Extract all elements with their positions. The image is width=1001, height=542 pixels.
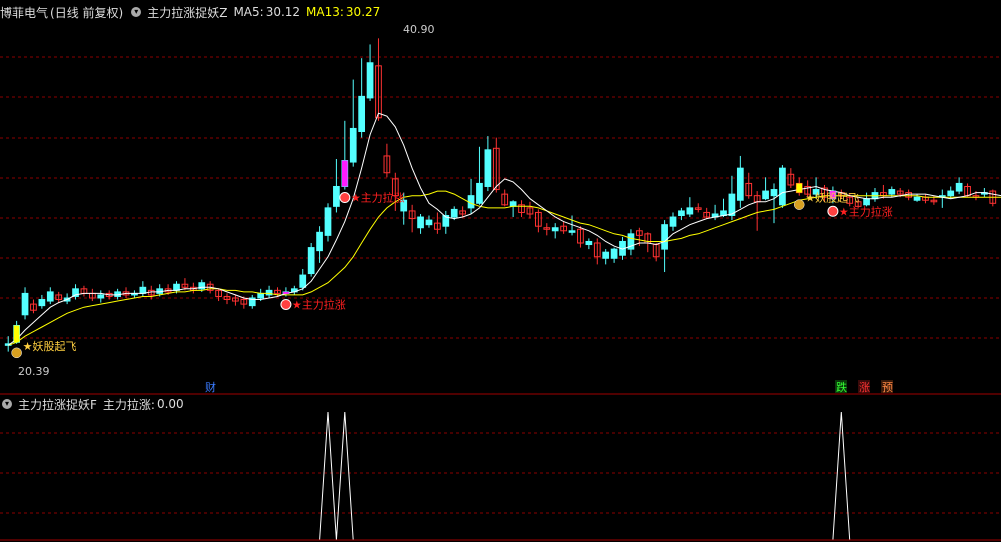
zhuli-signal-label: ★主力拉涨 xyxy=(351,191,405,205)
yaogu-bar xyxy=(796,183,803,193)
candle-body xyxy=(476,182,483,204)
ma5-label: MA5: xyxy=(233,5,264,19)
candle-body xyxy=(307,247,315,275)
candle-body xyxy=(947,190,955,197)
candle-body xyxy=(316,231,323,252)
finance-marker[interactable]: 财 xyxy=(205,380,216,394)
chart-canvas: ★主力拉涨★主力拉涨★主力拉涨★妖股起飞★妖股起飞 40.90 20.39 财 … xyxy=(0,23,1001,541)
indicator-dropdown-icon[interactable]: ▾ xyxy=(131,7,142,17)
yaogu-signal-label: ★妖股起飞 xyxy=(23,339,77,353)
yaogu-bar xyxy=(13,325,20,343)
main-indicator-name[interactable]: 主力拉涨捉妖Z xyxy=(147,4,227,21)
candle-body xyxy=(568,230,576,233)
candle-body xyxy=(484,149,492,187)
candle-body xyxy=(762,190,769,200)
die-marker[interactable]: 跌 xyxy=(836,380,847,394)
candle-body xyxy=(736,167,744,201)
candle-body xyxy=(678,210,685,217)
money-bag-icon xyxy=(793,199,805,210)
candle-body xyxy=(955,182,963,192)
zhuli-ball-icon xyxy=(280,298,292,310)
period-label[interactable]: (日线 前复权) xyxy=(50,4,123,21)
candle-body xyxy=(779,167,786,206)
candle-body xyxy=(450,208,458,218)
stock-chart-window: { "main_panel": { "stock_name": "博菲电气", … xyxy=(0,0,1001,542)
candle-body xyxy=(551,227,559,232)
candle-body xyxy=(585,240,593,246)
candle-body xyxy=(358,95,366,133)
candle-body xyxy=(728,193,736,217)
signal-bar xyxy=(283,291,289,294)
candle-body xyxy=(139,286,147,294)
candle-body xyxy=(888,189,896,195)
candle-body xyxy=(425,219,433,226)
candle-body xyxy=(349,127,357,163)
candle-body xyxy=(863,198,870,206)
signal-bar xyxy=(341,160,348,187)
grid-lines xyxy=(0,56,1001,514)
main-panel-header: 博菲电气 (日线 前复权) ▾ 主力拉涨捉妖Z MA5: 30.12 MA13:… xyxy=(0,3,386,21)
stock-name[interactable]: 博菲电气 xyxy=(0,4,48,21)
candle-body xyxy=(333,185,340,207)
yaogu-signal-label: ★妖股起飞 xyxy=(805,191,859,205)
candle-body xyxy=(257,292,265,299)
candle-body xyxy=(686,207,694,215)
sub-value-label: 主力拉涨: xyxy=(102,397,155,412)
zhuli-ball-icon xyxy=(339,192,351,204)
ma5-line xyxy=(7,112,1001,346)
candle-body xyxy=(602,251,610,259)
money-bag-icon xyxy=(11,347,22,359)
candle-body xyxy=(366,62,374,99)
zhang-marker[interactable]: 涨 xyxy=(859,381,870,394)
ma5-value: 30.12 xyxy=(265,5,301,19)
zhuli-signal-label: ★主力拉涨 xyxy=(292,297,346,311)
zhuli-signal-label: ★主力拉涨 xyxy=(839,204,893,218)
ma13-value: 30.27 xyxy=(345,5,381,19)
sub-indicator-name[interactable]: 主力拉涨捉妖F xyxy=(18,396,97,413)
ma13-label: MA13: xyxy=(306,5,344,19)
candle-body xyxy=(770,189,778,197)
candle-body xyxy=(46,291,54,302)
candle-body xyxy=(669,216,677,227)
candle-body xyxy=(417,216,424,229)
low-price-label: 20.39 xyxy=(18,365,50,378)
sub-indicator-dropdown-icon[interactable]: ▾ xyxy=(2,399,12,409)
sub-value: 0.00 xyxy=(156,397,184,411)
high-price-label: 40.90 xyxy=(403,23,435,36)
zhuli-ball-icon xyxy=(827,205,839,217)
yu-marker[interactable]: 预 xyxy=(882,381,893,394)
candle-body xyxy=(38,299,46,307)
candle-body xyxy=(324,207,332,236)
candle-body xyxy=(913,196,921,201)
candle-body xyxy=(610,248,618,259)
candle-body xyxy=(661,224,668,250)
sub-indicator-line xyxy=(8,411,993,541)
candle-body xyxy=(173,283,180,291)
sub-panel-header: ▾ 主力拉涨捉妖F 主力拉涨: 0.00 xyxy=(0,395,190,413)
candle-body xyxy=(97,294,105,299)
candle-body xyxy=(509,201,517,207)
candle-body xyxy=(299,274,307,288)
signal-markers: ★主力拉涨★主力拉涨★主力拉涨★妖股起飞★妖股起飞 xyxy=(11,160,893,359)
candle-body xyxy=(21,292,29,316)
